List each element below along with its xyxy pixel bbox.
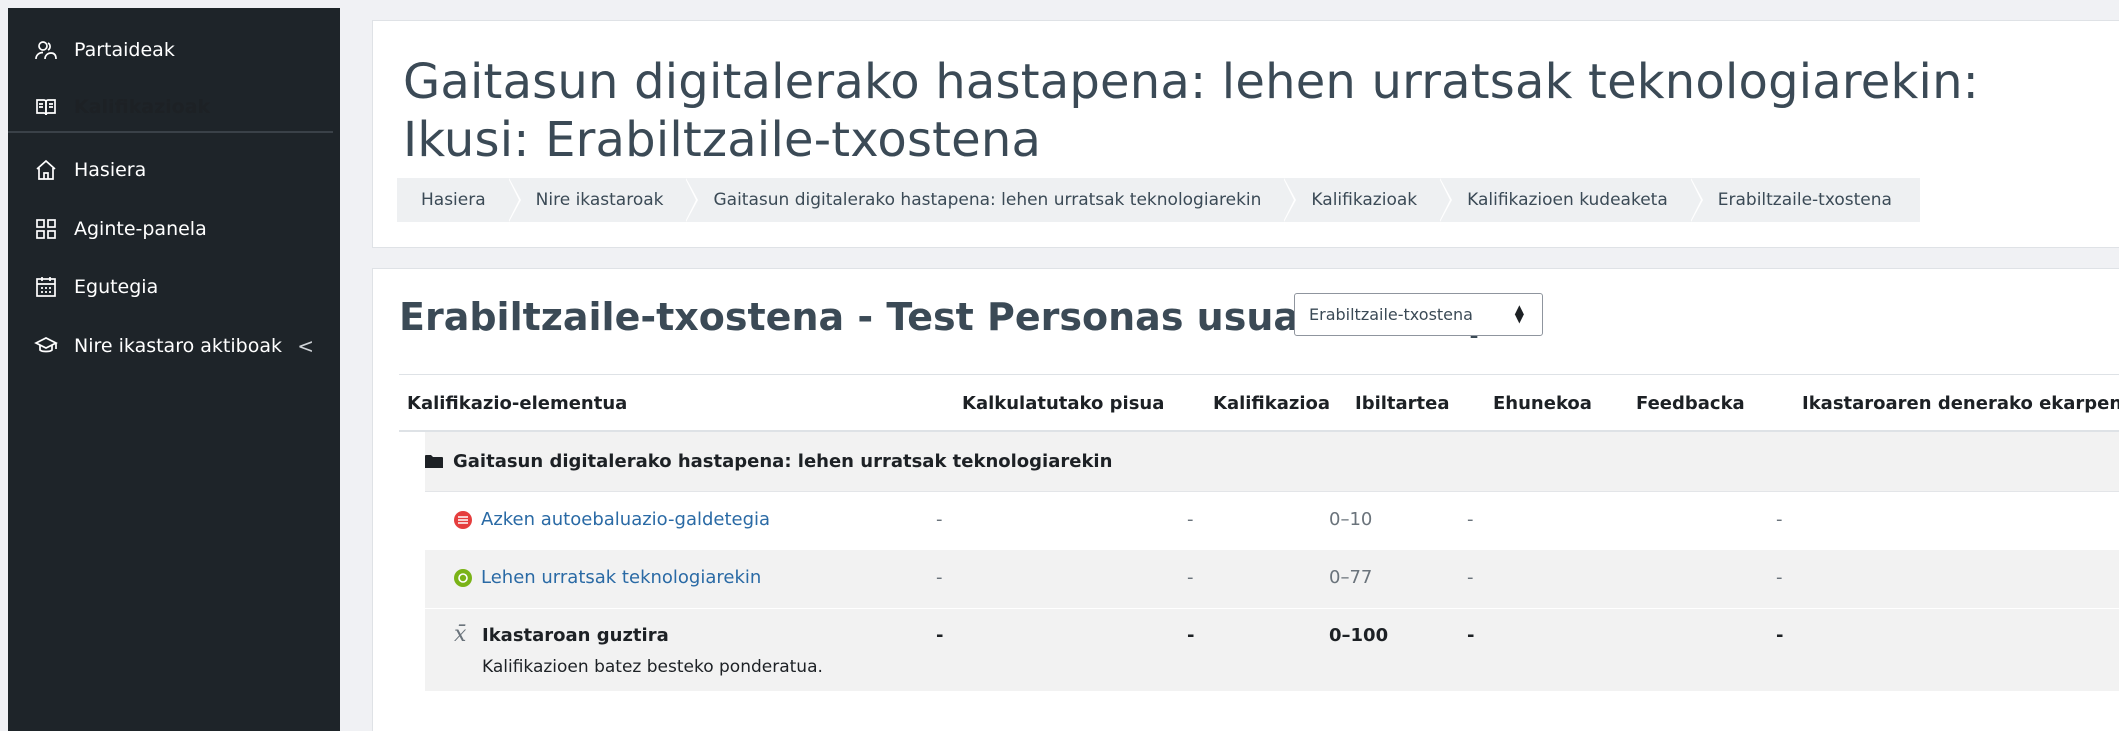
column-header-range[interactable]: Ibiltartea (1355, 393, 1450, 414)
weight-cell: - (936, 509, 943, 530)
breadcrumb-item-home[interactable]: Hasiera (397, 178, 521, 222)
category-name: Gaitasun digitalerako hastapena: lehen u… (453, 451, 1113, 472)
table-row-course-total: x̄ Ikastaroan guztira Kalifikazioen bate… (425, 609, 2119, 691)
sidebar-item-label: Egutegia (74, 276, 159, 298)
page-title: Gaitasun digitalerako hastapena: lehen u… (403, 54, 1980, 168)
column-header-grade-item[interactable]: Kalifikazio-elementua (407, 393, 627, 414)
percentage-cell: - (1467, 625, 1475, 646)
contribution-cell: - (1776, 625, 1784, 646)
scorm-icon (454, 568, 472, 587)
grade-item-link[interactable]: Azken autoebaluazio-galdetegia (481, 509, 770, 530)
grade-cell: - (1187, 567, 1194, 588)
grade-cell: - (1187, 625, 1195, 646)
table-row: Azken autoebaluazio-galdetegia - - 0–10 … (425, 493, 2119, 549)
select-updown-icon: ▲ ▼ (1514, 302, 1524, 325)
sidebar-item-home[interactable]: Hasiera (8, 145, 340, 195)
column-header-grade[interactable]: Kalifikazioa (1213, 393, 1330, 414)
contribution-cell: - (1776, 509, 1783, 530)
table-row-category: Gaitasun digitalerako hastapena: lehen u… (425, 432, 2119, 492)
report-card: Erabiltzaile-txostena - Test Personas us… (372, 268, 2119, 731)
percentage-cell: - (1467, 567, 1474, 588)
sidebar-item-active-courses[interactable]: Nire ikastaro aktiboak < (8, 321, 340, 371)
report-type-select[interactable]: Erabiltzaile-txostena ▲ ▼ (1294, 293, 1543, 336)
percentage-cell: - (1467, 509, 1474, 530)
table-header: Kalifikazio-elementua Kalkulatutako pisu… (399, 374, 2119, 432)
grade-item-link[interactable]: Lehen urratsak teknologiarekin (481, 567, 761, 588)
breadcrumb: Hasiera Nire ikastaroak Gaitasun digital… (397, 178, 1920, 222)
home-icon (32, 156, 60, 184)
chevron-left-icon[interactable]: < (297, 334, 314, 358)
folder-icon (425, 455, 443, 468)
sidebar-item-label: Partaideak (74, 39, 175, 61)
grade-item-cell: Azken autoebaluazio-galdetegia (454, 509, 770, 530)
weight-cell: - (936, 567, 943, 588)
graduation-cap-icon (32, 332, 60, 360)
grade-cell: - (1187, 509, 1194, 530)
sidebar-item-label: Nire ikastaro aktiboak (74, 335, 282, 357)
breadcrumb-item-course[interactable]: Gaitasun digitalerako hastapena: lehen u… (685, 178, 1297, 222)
report-select-value: Erabiltzaile-txostena (1309, 305, 1473, 324)
grades-book-icon (32, 93, 60, 121)
breadcrumb-item-my-courses[interactable]: Nire ikastaroak (507, 178, 699, 222)
course-total-subtitle: Kalifikazioen batez besteko ponderatua. (482, 657, 823, 677)
breadcrumb-item-user-report[interactable]: Erabiltzaile-txostena (1689, 178, 1920, 222)
sidebar-item-participants[interactable]: Partaideak (8, 25, 340, 75)
sidebar-item-label: Kalifikazioak (74, 96, 211, 118)
course-sidebar: Partaideak Kalifikazioak Hasiera Aginte-… (8, 8, 340, 731)
column-header-percentage[interactable]: Ehunekoa (1493, 393, 1592, 414)
table-row: Lehen urratsak teknologiarekin - - 0–77 … (425, 550, 2119, 608)
weight-cell: - (936, 625, 944, 646)
participants-icon (32, 36, 60, 64)
grade-item-cell: Lehen urratsak teknologiarekin (454, 567, 761, 588)
sidebar-item-grades[interactable]: Kalifikazioak (8, 82, 340, 132)
range-cell: 0–100 (1329, 625, 1389, 646)
dashboard-icon (32, 215, 60, 243)
column-header-contribution[interactable]: Ikastaroaren denerako ekarpena (1802, 393, 2119, 414)
calendar-icon (32, 273, 60, 301)
range-cell: 0–10 (1329, 509, 1373, 530)
sidebar-item-calendar[interactable]: Egutegia (8, 262, 340, 312)
aggregation-mean-icon: x̄ (454, 622, 467, 647)
sidebar-item-label: Aginte-panela (74, 218, 207, 240)
course-total-label: Ikastaroan guztira (482, 625, 669, 646)
contribution-cell: - (1776, 567, 1783, 588)
sidebar-divider (8, 131, 333, 133)
page-header: Gaitasun digitalerako hastapena: lehen u… (372, 20, 2119, 248)
range-cell: 0–77 (1329, 567, 1373, 588)
column-header-weight[interactable]: Kalkulatutako pisua (962, 393, 1164, 414)
sidebar-item-dashboard[interactable]: Aginte-panela (8, 204, 340, 254)
category-cell: Gaitasun digitalerako hastapena: lehen u… (425, 451, 1112, 472)
breadcrumb-item-grade-admin[interactable]: Kalifikazioen kudeaketa (1439, 178, 1703, 222)
sidebar-item-label: Hasiera (74, 159, 147, 181)
quiz-icon (454, 510, 472, 529)
breadcrumb-item-grades[interactable]: Kalifikazioak (1283, 178, 1452, 222)
column-header-feedback[interactable]: Feedbacka (1636, 393, 1745, 414)
